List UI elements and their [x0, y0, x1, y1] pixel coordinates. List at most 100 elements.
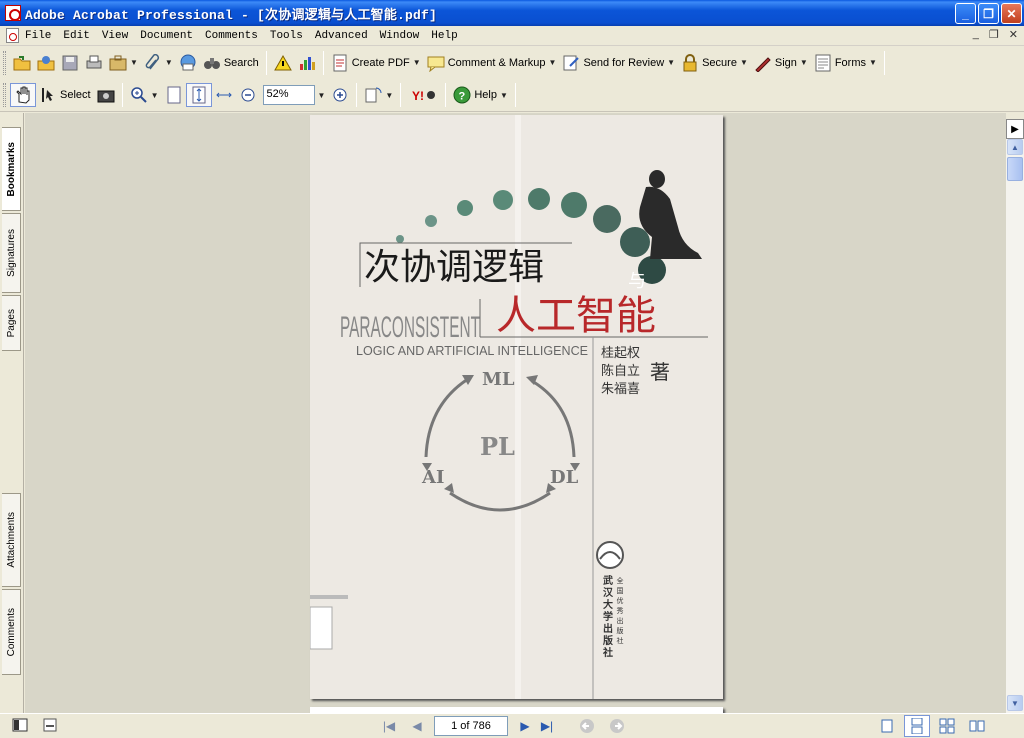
chevron-down-icon: ▼	[499, 90, 508, 100]
next-page-button[interactable]: ▶	[514, 716, 536, 736]
next-view-button[interactable]	[606, 716, 628, 736]
dot	[620, 227, 650, 257]
zoom-tool-button[interactable]: ▼	[127, 83, 162, 107]
open-button[interactable]	[10, 51, 34, 75]
zoom-in-button[interactable]	[328, 83, 352, 107]
expand-pane-arrow[interactable]: ▶	[1006, 119, 1024, 139]
fit-page-icon	[192, 86, 205, 104]
chevron-down-icon: ▼	[799, 58, 808, 67]
preflight-button[interactable]	[271, 51, 295, 75]
cover-title-en-1: PARACONSISTENT	[340, 311, 480, 344]
help-button[interactable]: ? Help ▼	[450, 83, 511, 107]
email-button[interactable]: ▼	[106, 51, 141, 75]
first-page-button[interactable]: |◀	[378, 716, 400, 736]
fit-width-button[interactable]	[212, 83, 236, 107]
last-page-button[interactable]: ▶|	[536, 716, 558, 736]
save-button[interactable]	[58, 51, 82, 75]
comment-markup-label: Comment & Markup	[447, 56, 546, 69]
toolbar-grip[interactable]	[3, 83, 6, 107]
secure-button[interactable]: Secure ▼	[678, 51, 751, 75]
menu-help[interactable]: Help	[430, 29, 458, 43]
toolbar-separator	[265, 50, 267, 75]
dot	[493, 190, 513, 210]
previous-page-button[interactable]: ◀	[406, 716, 428, 736]
cover-label-patch	[310, 606, 333, 650]
color-button[interactable]	[295, 51, 319, 75]
menu-edit[interactable]: Edit	[62, 29, 90, 43]
organizer-button[interactable]	[34, 51, 58, 75]
tab-signatures[interactable]: Signatures	[2, 213, 21, 293]
hand-tool-button[interactable]	[10, 83, 36, 107]
doc-restore-button[interactable]: ❐	[989, 28, 999, 41]
show-nav-pane-button[interactable]	[12, 718, 28, 735]
toolbar-separator	[121, 83, 123, 107]
document-icon[interactable]	[6, 28, 19, 43]
select-tool-button[interactable]: Select	[36, 83, 94, 107]
page-number-input[interactable]: 1 of 786	[434, 716, 508, 736]
menu-advanced[interactable]: Advanced	[314, 29, 369, 43]
dot	[561, 192, 587, 218]
search-button[interactable]: Search	[200, 51, 262, 75]
rotate-page-icon	[365, 87, 382, 103]
chevron-down-icon: ▼	[164, 58, 173, 67]
secure-label: Secure	[702, 56, 737, 69]
tab-pages[interactable]: Pages	[2, 295, 21, 351]
scroll-up-button[interactable]: ▲	[1007, 139, 1023, 155]
toolbar-grip[interactable]	[3, 50, 6, 75]
continuous-button[interactable]	[904, 715, 930, 737]
actual-size-button[interactable]	[162, 83, 186, 107]
doc-minimize-button[interactable]: _	[973, 28, 979, 41]
restore-button[interactable]: ❐	[978, 3, 999, 24]
chevron-down-icon: ▼	[739, 58, 748, 67]
menu-file[interactable]: File	[24, 29, 52, 43]
single-page-button[interactable]	[874, 715, 900, 737]
title-bar: Adobe Acrobat Professional - [次协调逻辑与人工智能…	[0, 0, 1024, 26]
vertical-scrollbar[interactable]: ▲ ▼	[1006, 119, 1024, 713]
tab-comments[interactable]: Comments	[2, 589, 21, 675]
rotate-view-button[interactable]: ▼	[361, 83, 396, 107]
toolbar-separator	[883, 50, 885, 75]
page-size-button[interactable]	[42, 718, 58, 735]
menu-view[interactable]: View	[101, 29, 129, 43]
forms-button[interactable]: Forms ▼	[811, 51, 880, 75]
zoom-out-button[interactable]	[236, 83, 260, 107]
attach-button[interactable]: ▼	[141, 51, 176, 75]
tab-attachments[interactable]: Attachments	[2, 493, 21, 587]
create-pdf-button[interactable]: Create PDF ▼	[328, 51, 424, 75]
snapshot-button[interactable]	[94, 83, 118, 107]
menu-document[interactable]: Document	[139, 29, 194, 43]
minimize-button[interactable]: _	[955, 3, 976, 24]
menu-tools[interactable]: Tools	[269, 29, 304, 43]
help-label: Help	[474, 89, 497, 101]
tab-bookmarks[interactable]: Bookmarks	[2, 127, 21, 211]
close-button[interactable]: ✕	[1001, 3, 1022, 24]
chevron-down-icon: ▼	[412, 58, 421, 67]
chevron-down-icon[interactable]: ▼	[318, 91, 326, 100]
zoom-level-input[interactable]: 52%	[262, 85, 315, 105]
zoom-level-control[interactable]: 52% ▼	[260, 83, 329, 107]
menu-comments[interactable]: Comments	[204, 29, 259, 43]
fit-page-button[interactable]	[185, 83, 212, 107]
menu-window[interactable]: Window	[379, 29, 421, 43]
document-view[interactable]: 次协调逻辑 与 人工智能 PARACONSISTENT LOGIC AND AR…	[25, 113, 1006, 713]
continuous-facing-button[interactable]	[934, 715, 960, 737]
sign-button[interactable]: Sign ▼	[751, 51, 811, 75]
review-icon	[563, 55, 580, 70]
comment-markup-button[interactable]: Comment & Markup ▼	[424, 51, 560, 75]
web-button[interactable]	[176, 51, 200, 75]
author-2: 陈自立	[601, 363, 640, 379]
zoom-in-icon	[130, 87, 147, 103]
print-button[interactable]	[82, 51, 106, 75]
doc-close-button[interactable]: ✕	[1009, 28, 1018, 41]
yahoo-button[interactable]: Y!	[405, 83, 441, 107]
briefcase-icon	[109, 55, 127, 70]
scroll-thumb[interactable]	[1007, 157, 1023, 181]
help-icon: ?	[453, 86, 471, 104]
previous-view-button[interactable]	[576, 716, 598, 736]
scroll-down-button[interactable]: ▼	[1007, 695, 1023, 711]
forms-label: Forms	[834, 56, 866, 69]
zoom-in-circle-icon	[333, 88, 347, 102]
send-review-button[interactable]: Send for Review ▼	[559, 51, 678, 75]
facing-button[interactable]	[964, 715, 990, 737]
fit-width-icon	[215, 92, 232, 98]
